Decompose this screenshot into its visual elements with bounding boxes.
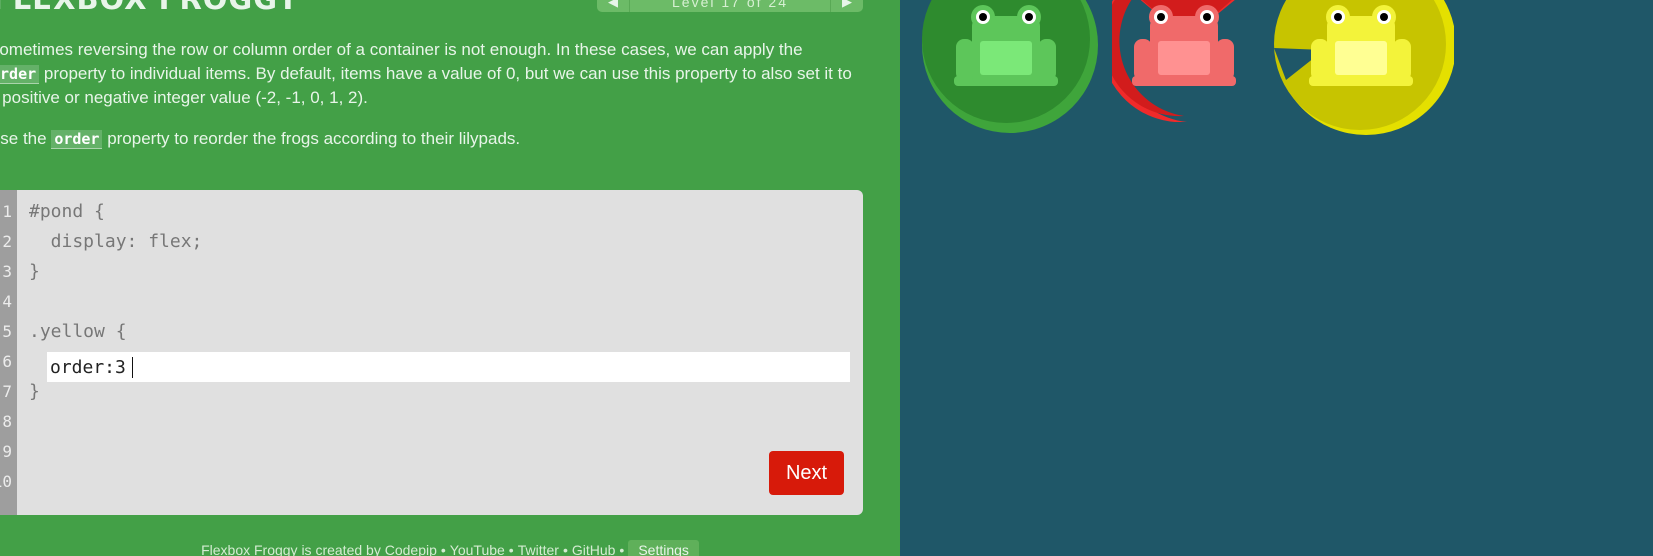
code-line: } bbox=[29, 261, 40, 282]
task-text: Use the bbox=[0, 129, 47, 148]
credit-text: Flexbox Froggy is created by bbox=[201, 542, 381, 556]
footer: Flexbox Froggy is created by Codepip • You… bbox=[0, 540, 900, 556]
line-number: 2 bbox=[2, 232, 12, 251]
line-number: 10 bbox=[0, 472, 12, 491]
css-editor: 1 2 3 4 5 6 7 8 9 10 #pond { display: fl… bbox=[0, 190, 863, 515]
codepip-link[interactable]: Codepip bbox=[385, 542, 437, 556]
next-level-icon[interactable]: ▶ bbox=[830, 0, 863, 12]
task-text: property to reorder the frogs according … bbox=[102, 129, 521, 148]
text-cursor bbox=[132, 357, 133, 378]
order-keyword[interactable]: order bbox=[0, 65, 40, 84]
code-line: #pond { bbox=[29, 201, 105, 222]
level-navigator: ◀ Level 17 of 24 ▶ bbox=[597, 0, 863, 12]
line-number: 4 bbox=[2, 292, 12, 311]
css-code-input[interactable] bbox=[47, 352, 850, 382]
line-number: 9 bbox=[2, 442, 12, 461]
app-title: FLEXBOX FROGGY bbox=[0, 0, 299, 16]
code-line: .yellow { bbox=[29, 321, 127, 342]
green-frog-icon bbox=[954, 5, 1058, 86]
next-button[interactable]: Next bbox=[769, 451, 844, 495]
github-link[interactable]: GitHub bbox=[572, 542, 616, 556]
code-line: display: flex; bbox=[29, 231, 203, 252]
line-number: 3 bbox=[2, 262, 12, 281]
level-indicator[interactable]: Level 17 of 24 bbox=[631, 0, 829, 12]
task-paragraph: Use the order property to reorder the fr… bbox=[0, 127, 858, 151]
separator: • bbox=[562, 542, 568, 556]
yellow-frog-icon bbox=[1309, 5, 1413, 86]
settings-button[interactable]: Settings bbox=[628, 540, 699, 556]
line-number: 5 bbox=[2, 322, 12, 341]
code-line: } bbox=[29, 381, 40, 402]
pond-board bbox=[900, 0, 1653, 556]
twitter-link[interactable]: Twitter bbox=[518, 542, 559, 556]
youtube-link[interactable]: YouTube bbox=[450, 542, 505, 556]
red-frog-icon bbox=[1132, 5, 1236, 86]
instructions-text: property to individual items. By default… bbox=[0, 64, 852, 107]
line-number: 7 bbox=[2, 382, 12, 401]
separator: • bbox=[508, 542, 514, 556]
separator: • bbox=[440, 542, 446, 556]
separator: • bbox=[619, 542, 625, 556]
instructions-paragraph: Sometimes reversing the row or column or… bbox=[0, 38, 858, 110]
previous-level-icon[interactable]: ◀ bbox=[597, 0, 630, 12]
line-number: 8 bbox=[2, 412, 12, 431]
instructions-text: Sometimes reversing the row or column or… bbox=[0, 40, 803, 59]
order-keyword[interactable]: order bbox=[51, 130, 103, 149]
sidebar: FLEXBOX FROGGY ◀ Level 17 of 24 ▶ Someti… bbox=[0, 0, 900, 556]
line-number: 6 bbox=[2, 352, 12, 371]
line-number-gutter: 1 2 3 4 5 6 7 8 9 10 bbox=[0, 190, 17, 515]
line-number: 1 bbox=[2, 202, 12, 221]
